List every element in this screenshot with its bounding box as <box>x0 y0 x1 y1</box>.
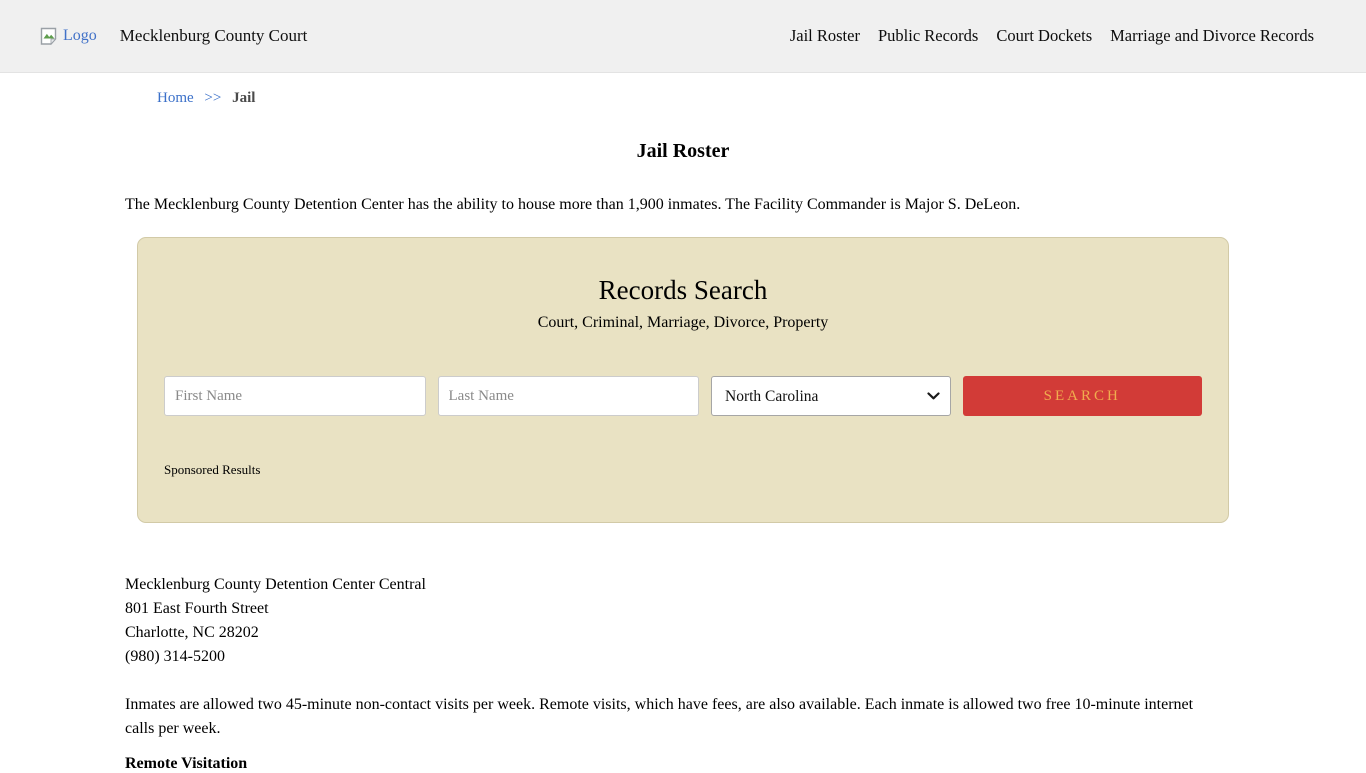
state-select[interactable]: North Carolina <box>711 376 951 416</box>
search-button[interactable]: SEARCH <box>963 376 1203 416</box>
facility-phone: (980) 314-5200 <box>125 645 1241 669</box>
site-title: Mecklenburg County Court <box>120 26 308 46</box>
logo-alt-text: Logo <box>63 27 97 45</box>
first-name-input[interactable] <box>164 376 426 416</box>
records-search-title: Records Search <box>164 275 1202 306</box>
broken-image-icon <box>40 27 60 46</box>
nav-court-dockets[interactable]: Court Dockets <box>996 26 1092 46</box>
brand: Logo Mecklenburg County Court <box>40 26 307 46</box>
nav-public-records[interactable]: Public Records <box>878 26 978 46</box>
facility-address-block: Mecklenburg County Detention Center Cent… <box>125 573 1241 669</box>
facility-city-state-zip: Charlotte, NC 28202 <box>125 621 1241 645</box>
facility-street: 801 East Fourth Street <box>125 597 1241 621</box>
records-search-subtitle: Court, Criminal, Marriage, Divorce, Prop… <box>164 314 1202 332</box>
page-title: Jail Roster <box>125 140 1241 163</box>
main-nav: Jail Roster Public Records Court Dockets… <box>790 26 1314 46</box>
main-content: Home >> Jail Jail Roster The Mecklenburg… <box>125 90 1241 773</box>
remote-visitation-heading: Remote Visitation <box>125 755 1241 773</box>
breadcrumb-home-link[interactable]: Home <box>157 90 194 106</box>
logo-link[interactable]: Logo <box>40 27 97 46</box>
breadcrumb-current: Jail <box>232 90 255 106</box>
facility-name: Mecklenburg County Detention Center Cent… <box>125 573 1241 597</box>
nav-jail-roster[interactable]: Jail Roster <box>790 26 860 46</box>
visitation-paragraph: Inmates are allowed two 45-minute non-co… <box>125 693 1217 741</box>
breadcrumb: Home >> Jail <box>157 90 1241 107</box>
records-search-form: North Carolina SEARCH <box>164 376 1202 416</box>
records-search-panel: Records Search Court, Criminal, Marriage… <box>137 237 1229 523</box>
nav-marriage-divorce-records[interactable]: Marriage and Divorce Records <box>1110 26 1314 46</box>
state-select-wrapper: North Carolina <box>711 376 951 416</box>
site-header: Logo Mecklenburg County Court Jail Roste… <box>0 0 1366 73</box>
intro-text: The Mecklenburg County Detention Center … <box>125 195 1241 214</box>
sponsored-results-label: Sponsored Results <box>164 462 1202 478</box>
last-name-input[interactable] <box>438 376 700 416</box>
breadcrumb-separator: >> <box>204 90 221 106</box>
